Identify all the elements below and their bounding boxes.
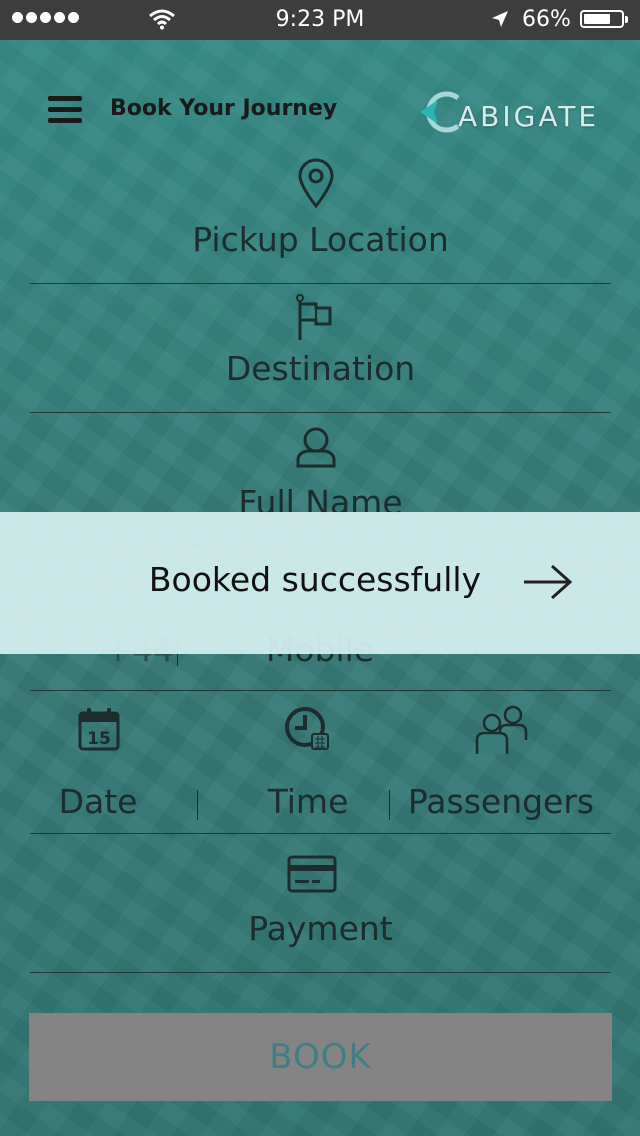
- divider: [30, 412, 611, 413]
- payment-label: Payment: [248, 909, 393, 948]
- pickup-location-label: Pickup Location: [192, 220, 449, 259]
- calendar-day: 15: [87, 729, 111, 749]
- time-field[interactable]: Time: [238, 782, 378, 821]
- pickup-location-field[interactable]: Pickup Location: [30, 220, 611, 259]
- book-button[interactable]: BOOK: [29, 1013, 612, 1101]
- divider: [30, 972, 611, 973]
- divider: [30, 283, 611, 284]
- status-bar: 9:23 PM 66%: [0, 0, 640, 40]
- map-pin-icon: [298, 158, 334, 208]
- separator: [197, 790, 198, 820]
- logo-mark-icon: [420, 91, 460, 133]
- logo-text: ABIGATE: [458, 100, 600, 133]
- destination-label: Destination: [225, 349, 416, 388]
- passengers-icon: [475, 705, 528, 754]
- divider: [30, 690, 611, 691]
- flag-icon: [296, 294, 332, 340]
- passengers-field[interactable]: Passengers: [404, 782, 598, 821]
- battery-percent: 66%: [522, 7, 571, 32]
- payment-field[interactable]: Payment: [30, 909, 611, 948]
- clock-icon: [285, 707, 329, 750]
- battery-icon: [580, 10, 628, 28]
- success-toast: Booked successfully: [0, 512, 640, 654]
- calendar-icon: 15: [78, 708, 120, 751]
- divider: [30, 833, 611, 834]
- date-field[interactable]: Date: [38, 782, 158, 821]
- location-arrow-icon: [492, 11, 508, 27]
- destination-field[interactable]: Destination: [30, 349, 611, 388]
- page-title: Book Your Journey: [110, 96, 338, 121]
- cabigate-logo: ABIGATE: [418, 90, 598, 134]
- hamburger-menu-icon[interactable]: [48, 96, 82, 128]
- arrow-right-icon[interactable]: [520, 562, 576, 602]
- user-icon: [296, 427, 336, 468]
- credit-card-icon: [287, 855, 337, 893]
- separator: [389, 790, 390, 820]
